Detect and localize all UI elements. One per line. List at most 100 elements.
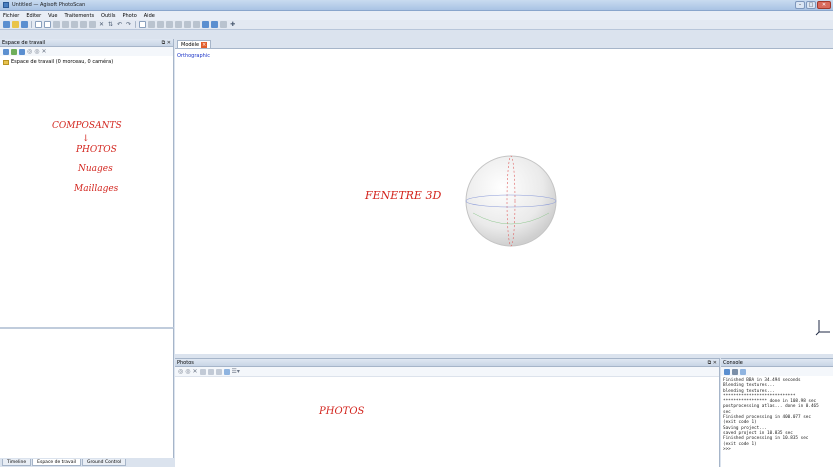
workspace-annotation-arrow: ↓ — [82, 134, 90, 144]
rotate-left-icon[interactable] — [207, 368, 214, 375]
viewport-annotation: FENETRE 3D — [365, 189, 442, 202]
menu-aide[interactable]: Aide — [144, 13, 155, 19]
menu-traitements[interactable]: Traitements — [65, 13, 95, 19]
menu-outils[interactable]: Outils — [101, 13, 115, 19]
save-log-icon[interactable] — [724, 368, 730, 375]
crop-selection-icon[interactable]: ⇅ — [107, 21, 114, 28]
menu-editer[interactable]: Editer — [26, 13, 41, 19]
console-panel: Console Finished BBA in 34.494 seconds Bl… — [721, 358, 833, 467]
add-folder-icon[interactable] — [19, 48, 25, 55]
console-panel-title: Console — [723, 360, 743, 366]
maximize-button[interactable]: □ — [806, 1, 816, 9]
panel-float-close-icon[interactable]: ⧉ ✕ — [162, 40, 171, 46]
folder-icon — [3, 59, 9, 65]
console-toolbar — [721, 367, 833, 376]
reset-filter-icon[interactable] — [215, 368, 222, 375]
workspace-panel-header: Espace de travail ⧉ ✕ — [0, 39, 173, 47]
circle-selection-icon[interactable] — [53, 21, 60, 28]
rotate-right-icon[interactable] — [199, 368, 206, 375]
console-line: postprocessing atlas... done in 0.465 — [723, 404, 819, 410]
disable-icon[interactable]: ◎ — [178, 368, 183, 375]
title-bar: Untitled — Agisoft PhotoScan – □ ✕ — [0, 0, 833, 11]
add-photos-icon[interactable] — [11, 48, 17, 55]
shaded-model-icon[interactable] — [166, 21, 174, 28]
navigation-icon[interactable] — [35, 21, 42, 28]
photos-annotation: PHOTOS — [319, 406, 365, 417]
menu-fichier[interactable]: Fichier — [3, 13, 19, 19]
menu-photo[interactable]: Photo — [123, 13, 137, 19]
workspace-toolbar: ◎ ◎ ✕ — [0, 47, 173, 56]
view-mode-dropdown-icon[interactable]: ☰▾ — [232, 368, 240, 375]
app-icon — [3, 2, 9, 8]
tab-model[interactable]: Modèle × — [177, 40, 212, 48]
trackball-sphere[interactable] — [463, 153, 559, 249]
solid-model-icon[interactable] — [175, 21, 183, 28]
remove-photos-icon[interactable]: ✕ — [193, 368, 198, 375]
clear-log-icon[interactable] — [732, 368, 738, 375]
main-toolbar: ✕ ⇅ ↶ ↷ ✚ — [0, 20, 833, 30]
add-chunk-icon[interactable] — [3, 48, 9, 55]
photos-list[interactable]: PHOTOS — [175, 376, 719, 467]
resize-region-icon[interactable] — [80, 21, 87, 28]
remove-items-icon[interactable]: ✕ — [42, 48, 47, 55]
textured-model-icon[interactable] — [193, 21, 201, 28]
photos-toolbar: ◎ ◎ ✕ ☰▾ — [175, 367, 719, 376]
rectangle-selection-icon[interactable] — [44, 21, 51, 28]
wireframe-model-icon[interactable] — [184, 21, 192, 28]
undo-icon[interactable]: ↶ — [116, 21, 123, 28]
projection-label: Orthographic — [177, 53, 210, 59]
redo-icon[interactable]: ↷ — [125, 21, 132, 28]
console-line: >>> — [723, 446, 731, 452]
grid-view-icon[interactable] — [139, 21, 147, 28]
new-project-icon[interactable] — [3, 21, 10, 28]
workspace-annotation-line2: PHOTOS — [76, 145, 117, 155]
dense-cloud-icon[interactable] — [157, 21, 165, 28]
point-cloud-icon[interactable] — [148, 21, 156, 28]
panel-float-close-icon[interactable]: ⧉ ✕ — [708, 360, 717, 366]
run-script-icon[interactable] — [740, 368, 746, 375]
close-button[interactable]: ✕ — [817, 1, 831, 9]
photos-panel-header: Photos ⧉ ✕ — [175, 359, 719, 367]
enable-icon[interactable]: ◎ — [34, 48, 39, 55]
workspace-tree-root[interactable]: Espace de travail (0 morceau, 0 caméra) — [3, 59, 113, 65]
toolbar-separator — [135, 21, 137, 28]
workspace-panel: Espace de travail ⧉ ✕ ◎ ◎ ✕ Espace de tr… — [0, 39, 174, 327]
tab-timeline[interactable]: Timeline — [2, 459, 32, 466]
disable-icon[interactable]: ◎ — [27, 48, 32, 55]
show-region-icon[interactable] — [220, 21, 228, 28]
menu-bar: Fichier Editer Vue Traitements Outils Ph… — [0, 11, 833, 20]
model-tab-label: Modèle — [181, 41, 200, 48]
enable-icon[interactable]: ◎ — [185, 368, 190, 375]
photos-panel-title: Photos — [177, 360, 194, 366]
minimize-button[interactable]: – — [795, 1, 805, 9]
window-controls: – □ ✕ — [795, 1, 831, 9]
tab-ground-control[interactable]: Ground Control — [81, 459, 127, 466]
show-cameras-icon[interactable] — [202, 21, 210, 28]
workspace-annotation-line1: COMPOSANTS — [52, 121, 122, 131]
model-3d-viewport[interactable]: Orthographic FENETRE 3D — [175, 48, 833, 354]
axes-indicator — [815, 320, 830, 336]
show-markers-icon[interactable] — [211, 21, 219, 28]
close-tab-icon[interactable]: × — [201, 41, 208, 48]
photos-panel: Photos ⧉ ✕ ◎ ◎ ✕ ☰▾ PHOTOS — [175, 358, 720, 467]
console-panel-header: Console — [721, 359, 833, 367]
rotate-region-icon[interactable] — [89, 21, 96, 28]
open-project-icon[interactable] — [12, 21, 19, 28]
workspace-annotation-line4: Maillages — [74, 184, 119, 194]
menu-vue[interactable]: Vue — [48, 13, 57, 19]
filter-icon[interactable] — [223, 368, 230, 375]
move-region-icon[interactable] — [71, 21, 78, 28]
workspace-properties-area — [0, 327, 174, 458]
delete-selection-icon[interactable]: ✕ — [98, 21, 105, 28]
free-selection-icon[interactable] — [62, 21, 69, 28]
console-log[interactable]: Finished BBA in 34.494 seconds Blending t… — [721, 376, 833, 467]
tab-workspace[interactable]: Espace de travail — [32, 459, 81, 466]
window-title: Untitled — Agisoft PhotoScan — [12, 2, 86, 8]
toolbar-separator — [31, 21, 32, 28]
model-tab-bar: Modèle × — [175, 39, 833, 48]
reset-view-icon[interactable]: ✚ — [229, 21, 236, 28]
workspace-tree-label: Espace de travail (0 morceau, 0 caméra) — [11, 59, 114, 65]
save-project-icon[interactable] — [21, 21, 28, 28]
left-dock-tabs: Timeline Espace de travail Ground Contro… — [0, 459, 174, 467]
workspace-annotation-line3: Nuages — [78, 164, 113, 174]
